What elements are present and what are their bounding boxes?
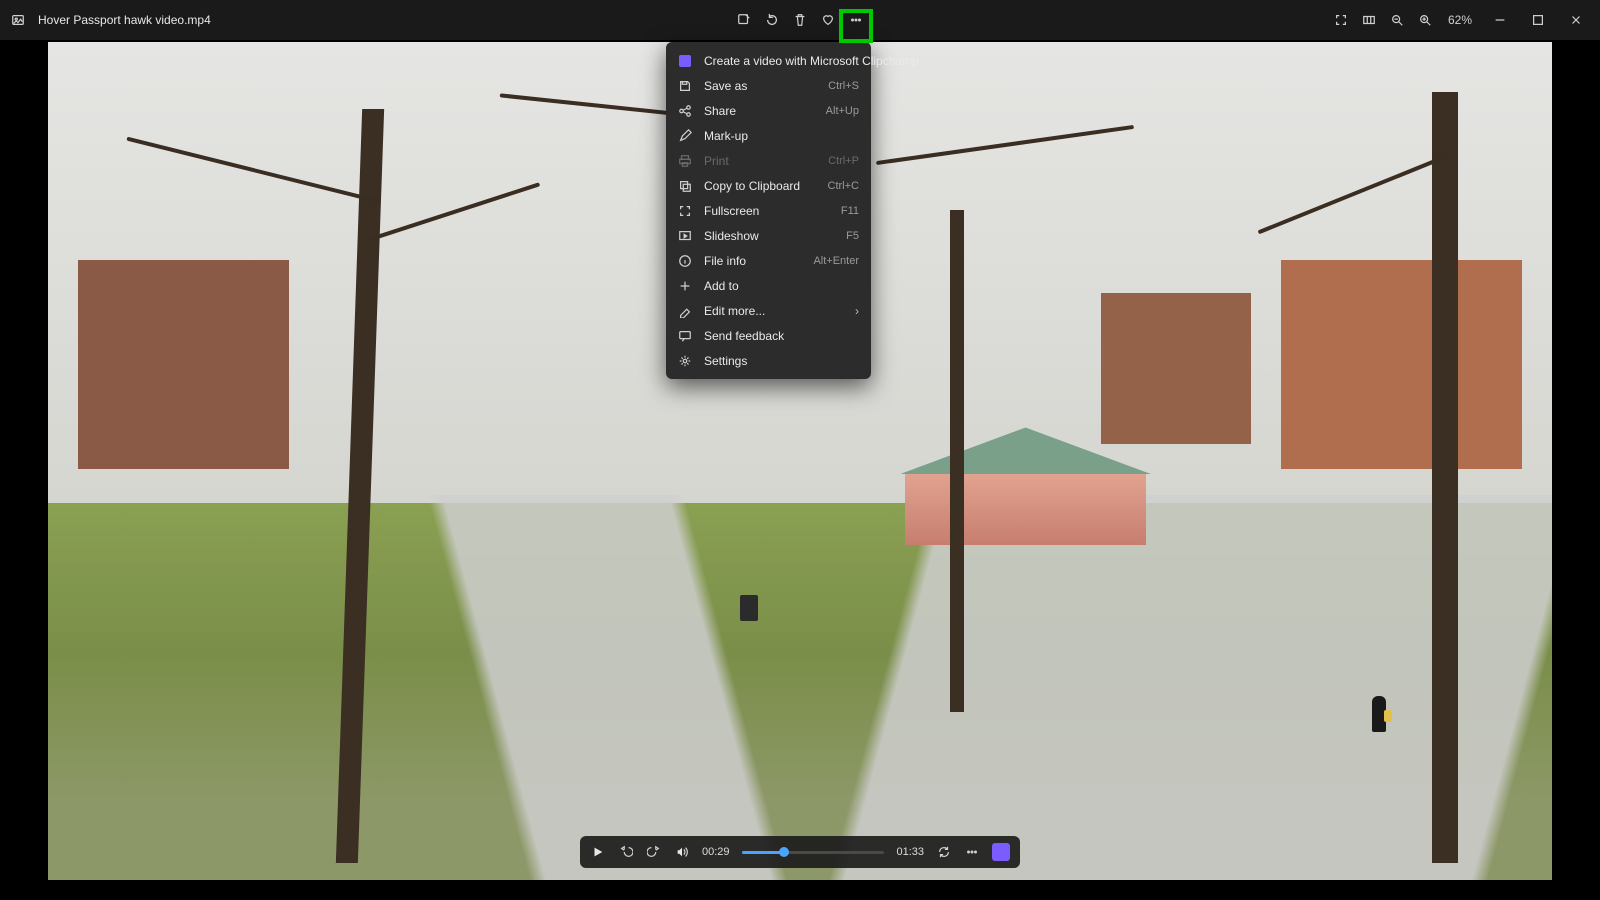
zoom-out-button[interactable] [1386, 9, 1408, 31]
zoom-in-button[interactable] [1414, 9, 1436, 31]
menu-shortcut: F5 [846, 230, 859, 242]
menu-shortcut: Ctrl+C [828, 180, 859, 192]
menu-shortcut: F11 [841, 205, 859, 217]
fullscreen-icon [678, 204, 692, 218]
markup-icon [678, 129, 692, 143]
menu-save-as[interactable]: Save as Ctrl+S [666, 73, 871, 98]
chevron-right-icon: › [855, 304, 859, 318]
edit-icon [678, 304, 692, 318]
delete-button[interactable] [789, 9, 811, 31]
time-total: 01:33 [896, 846, 924, 858]
titlebar: Hover Passport hawk video.mp4 62% [0, 0, 1600, 40]
feedback-icon [678, 329, 692, 343]
playback-bar: 00:29 01:33 [580, 836, 1020, 868]
seek-thumb[interactable] [779, 847, 789, 857]
favorite-button[interactable] [817, 9, 839, 31]
menu-label: Fullscreen [704, 204, 829, 218]
clipchamp-badge[interactable] [992, 843, 1010, 861]
share-icon [678, 104, 692, 118]
menu-share[interactable]: Share Alt+Up [666, 98, 871, 123]
menu-label: Create a video with Microsoft Clipchamp [704, 54, 919, 68]
menu-shortcut: Ctrl+P [828, 155, 859, 167]
seek-fill [742, 851, 785, 854]
menu-label: Save as [704, 79, 816, 93]
menu-file-info[interactable]: File info Alt+Enter [666, 248, 871, 273]
fullscreen-toggle-button[interactable] [1330, 9, 1352, 31]
zoom-level: 62% [1442, 13, 1478, 27]
skip-forward-button[interactable] [646, 844, 662, 860]
more-button[interactable] [845, 9, 867, 31]
window-maximize-button[interactable] [1522, 6, 1554, 34]
menu-label: Copy to Clipboard [704, 179, 816, 193]
menu-label: Print [704, 154, 816, 168]
play-button[interactable] [590, 844, 606, 860]
menu-label: File info [704, 254, 801, 268]
menu-settings[interactable]: Settings [666, 348, 871, 373]
slideshow-icon [678, 229, 692, 243]
edit-image-button[interactable] [733, 9, 755, 31]
menu-edit-more[interactable]: Edit more... › [666, 298, 871, 323]
print-icon [678, 154, 692, 168]
menu-label: Slideshow [704, 229, 834, 243]
menu-slideshow[interactable]: Slideshow F5 [666, 223, 871, 248]
playback-more-button[interactable] [964, 844, 980, 860]
volume-button[interactable] [674, 844, 690, 860]
menu-fullscreen[interactable]: Fullscreen F11 [666, 198, 871, 223]
menu-label: Send feedback [704, 329, 859, 343]
menu-label: Add to [704, 279, 859, 293]
menu-send-feedback[interactable]: Send feedback [666, 323, 871, 348]
save-icon [678, 79, 692, 93]
file-title: Hover Passport hawk video.mp4 [38, 13, 211, 27]
filmstrip-button[interactable] [1358, 9, 1380, 31]
copy-icon [678, 179, 692, 193]
skip-back-button[interactable] [618, 844, 634, 860]
menu-clipchamp[interactable]: Create a video with Microsoft Clipchamp [666, 48, 871, 73]
loop-button[interactable] [936, 844, 952, 860]
clipchamp-icon [678, 54, 692, 68]
menu-add-to[interactable]: Add to [666, 273, 871, 298]
info-icon [678, 254, 692, 268]
menu-label: Share [704, 104, 814, 118]
add-icon [678, 279, 692, 293]
menu-shortcut: Alt+Up [826, 105, 859, 117]
menu-label: Mark-up [704, 129, 859, 143]
menu-markup[interactable]: Mark-up [666, 123, 871, 148]
menu-copy[interactable]: Copy to Clipboard Ctrl+C [666, 173, 871, 198]
menu-label: Edit more... [704, 304, 843, 318]
window-close-button[interactable] [1560, 6, 1592, 34]
menu-shortcut: Alt+Enter [813, 255, 859, 267]
app-photos-icon [10, 12, 26, 28]
seek-track[interactable] [742, 851, 885, 854]
menu-print: Print Ctrl+P [666, 148, 871, 173]
menu-shortcut: Ctrl+S [828, 80, 859, 92]
window-minimize-button[interactable] [1484, 6, 1516, 34]
gear-icon [678, 354, 692, 368]
rotate-button[interactable] [761, 9, 783, 31]
menu-label: Settings [704, 354, 859, 368]
more-context-menu: Create a video with Microsoft Clipchamp … [666, 42, 871, 379]
time-current: 00:29 [702, 846, 730, 858]
